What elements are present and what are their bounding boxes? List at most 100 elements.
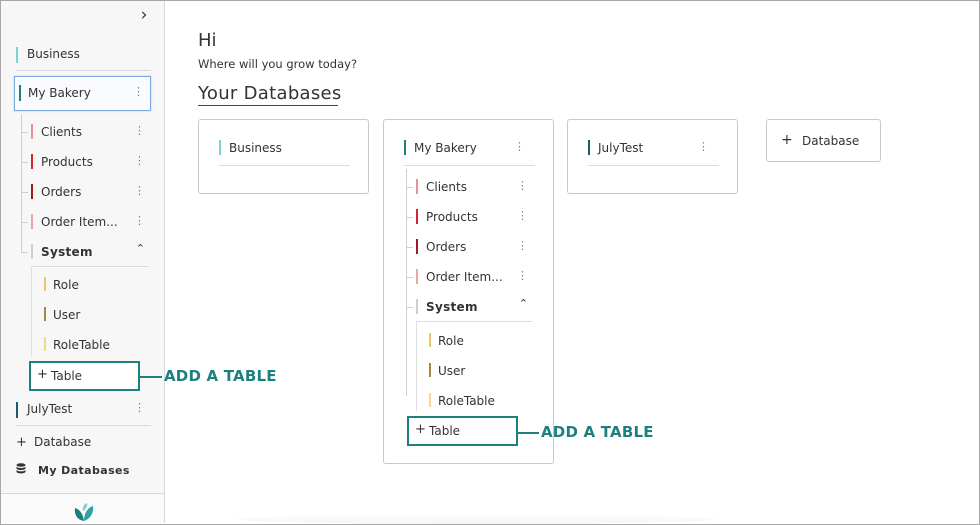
- divider: [416, 321, 532, 322]
- section-title-underline: [198, 105, 338, 106]
- sidebar-footer: [1, 493, 164, 523]
- card-table-label: RoleTable: [438, 394, 495, 408]
- card-system-group[interactable]: System ⌃: [404, 291, 534, 321]
- my-databases-label: My Databases: [38, 464, 130, 477]
- divider: [219, 165, 350, 166]
- db-color-marker: [16, 402, 18, 418]
- more-options-icon[interactable]: ⋮: [517, 179, 528, 192]
- more-options-icon[interactable]: ⋮: [517, 209, 528, 222]
- sidebar-system-roletable[interactable]: RoleTable: [44, 329, 154, 359]
- db-card-header: JulyTest ⋮: [588, 140, 719, 166]
- sidebar-db-business[interactable]: Business: [14, 41, 151, 71]
- db-color-marker: [19, 85, 21, 101]
- table-color-marker: [416, 239, 418, 254]
- sidebar-db-my-bakery[interactable]: My Bakery ⋮: [14, 76, 151, 111]
- card-table-label: Order Item...: [426, 270, 503, 284]
- db-card-my-bakery[interactable]: My Bakery ⋮ Clients ⋮ Products ⋮ Orders: [383, 119, 554, 464]
- card-system-label: System: [426, 300, 478, 314]
- sidebar-my-databases-link[interactable]: My Databases: [16, 463, 130, 478]
- more-options-icon[interactable]: ⋮: [698, 140, 709, 153]
- card-table-label: Role: [438, 334, 464, 348]
- add-database-label: Database: [34, 435, 92, 449]
- more-options-icon[interactable]: ⋮: [134, 184, 145, 197]
- db-card-business[interactable]: Business: [198, 119, 369, 194]
- card-table-label: Clients: [426, 180, 467, 194]
- table-color-marker: [31, 184, 33, 199]
- chevron-up-icon[interactable]: ⌃: [519, 297, 528, 310]
- app-logo-icon: [73, 502, 95, 525]
- table-color-marker: [44, 277, 46, 291]
- sidebar-db-label: Business: [27, 47, 80, 61]
- plus-icon: +: [781, 132, 793, 148]
- chevron-up-icon[interactable]: ⌃: [136, 242, 145, 255]
- sidebar-table-label: RoleTable: [53, 338, 110, 352]
- db-card-label: Business: [229, 141, 282, 155]
- table-color-marker: [429, 393, 431, 407]
- chevron-right-icon[interactable]: ›: [135, 5, 153, 25]
- sidebar-db-label: JulyTest: [27, 402, 73, 416]
- card-system-roletable[interactable]: RoleTable: [429, 385, 539, 415]
- card-add-table-button[interactable]: + Table: [407, 416, 518, 446]
- card-table-label: User: [438, 364, 466, 378]
- sidebar-table-products[interactable]: Products ⋮: [19, 146, 151, 176]
- card-table-label: Orders: [426, 240, 467, 254]
- db-card-julytest[interactable]: JulyTest ⋮: [567, 119, 738, 194]
- add-table-label: Table: [51, 369, 83, 383]
- sidebar-table-label: Products: [41, 155, 93, 169]
- sidebar-table-label: Role: [53, 278, 79, 292]
- card-table-clients[interactable]: Clients ⋮: [404, 171, 534, 201]
- sidebar-table-orders[interactable]: Orders ⋮: [19, 176, 151, 206]
- sidebar-add-table-button[interactable]: + Table: [29, 361, 140, 391]
- group-color-marker: [416, 299, 418, 314]
- db-color-marker: [588, 140, 590, 155]
- more-options-icon[interactable]: ⋮: [134, 154, 145, 167]
- card-system-role[interactable]: Role: [429, 325, 539, 355]
- tree-line: [31, 266, 32, 356]
- table-color-marker: [44, 337, 46, 351]
- sidebar-table-clients[interactable]: Clients ⋮: [19, 116, 151, 146]
- table-color-marker: [416, 269, 418, 284]
- database-icon: [16, 463, 32, 478]
- greeting-title: Hi: [198, 30, 217, 51]
- more-options-icon[interactable]: ⋮: [134, 124, 145, 137]
- sidebar-table-order-items[interactable]: Order Item... ⋮: [19, 206, 151, 236]
- sidebar-system-group[interactable]: System ⌃: [19, 236, 151, 266]
- table-color-marker: [429, 363, 431, 377]
- divider: [16, 425, 151, 426]
- sidebar-table-label: Orders: [41, 185, 82, 199]
- card-system-user[interactable]: User: [429, 355, 539, 385]
- more-options-icon[interactable]: ⋮: [134, 214, 145, 227]
- more-options-icon[interactable]: ⋮: [517, 269, 528, 282]
- card-table-orders[interactable]: Orders ⋮: [404, 231, 534, 261]
- table-color-marker: [44, 307, 46, 321]
- plus-icon: +: [37, 367, 48, 382]
- tree-line: [416, 321, 417, 411]
- db-color-marker: [16, 47, 18, 63]
- db-card-header: Business: [219, 140, 350, 166]
- divider: [404, 165, 535, 166]
- sidebar: › Business My Bakery ⋮ Clients ⋮ Product…: [1, 1, 165, 523]
- sidebar-table-label: Order Item...: [41, 215, 118, 229]
- more-options-icon[interactable]: ⋮: [514, 140, 525, 153]
- sidebar-system-user[interactable]: User: [44, 299, 154, 329]
- callout-add-table-card: ADD A TABLE: [517, 423, 654, 441]
- divider: [588, 165, 719, 166]
- main-content: Hi Where will you grow today? Your Datab…: [166, 1, 979, 524]
- sidebar-db-julytest[interactable]: JulyTest ⋮: [14, 396, 151, 426]
- sidebar-system-role[interactable]: Role: [44, 269, 154, 299]
- sidebar-add-database-button[interactable]: + Database: [16, 435, 91, 450]
- more-options-icon[interactable]: ⋮: [517, 239, 528, 252]
- more-options-icon[interactable]: ⋮: [134, 401, 145, 414]
- add-database-card[interactable]: + Database: [766, 119, 881, 162]
- sidebar-system-label: System: [41, 245, 93, 259]
- card-table-products[interactable]: Products ⋮: [404, 201, 534, 231]
- more-options-icon[interactable]: ⋮: [133, 85, 144, 98]
- table-color-marker: [31, 214, 33, 229]
- callout-text: ADD A TABLE: [541, 423, 654, 441]
- sidebar-table-label: Clients: [41, 125, 82, 139]
- card-table-order-items[interactable]: Order Item... ⋮: [404, 261, 534, 291]
- group-color-marker: [31, 244, 33, 259]
- plus-icon: +: [16, 435, 27, 450]
- card-table-label: Products: [426, 210, 478, 224]
- table-color-marker: [31, 154, 33, 169]
